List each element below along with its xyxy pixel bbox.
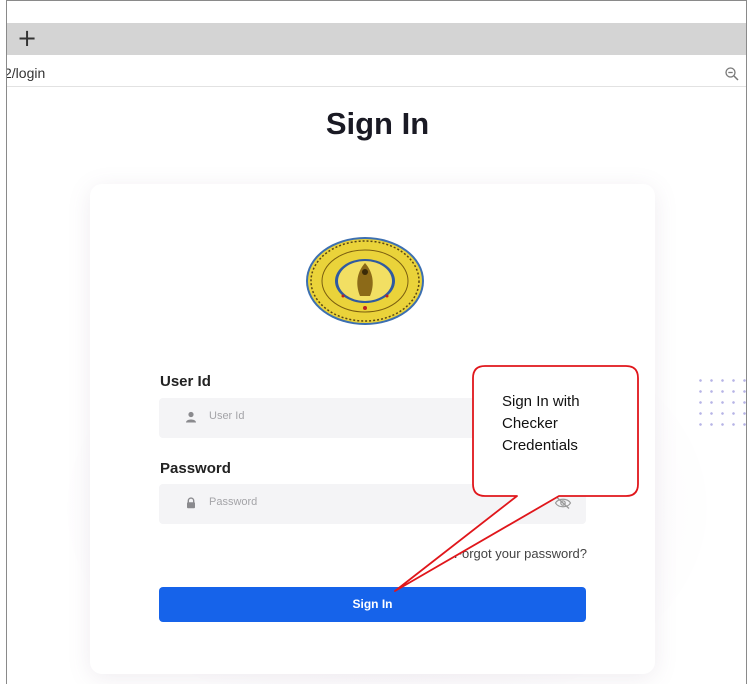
forgot-password-link[interactable]: Forgot your password? [454, 546, 587, 561]
browser-window: + 2/login Sign In User Id User Id Passwo… [6, 0, 747, 684]
password-placeholder: Password [209, 496, 258, 508]
user-id-placeholder: User Id [209, 410, 245, 422]
zoom-out-icon[interactable] [724, 66, 740, 82]
user-icon [186, 411, 196, 423]
eye-off-icon[interactable] [554, 496, 572, 510]
address-bar[interactable]: 2/login [7, 61, 746, 87]
lock-icon [187, 497, 195, 509]
decorative-dot-grid [695, 375, 746, 431]
user-id-label: User Id [160, 373, 211, 390]
sign-in-button[interactable]: Sign In [159, 587, 586, 622]
tab-strip: + [7, 23, 746, 55]
url-text[interactable]: 2/login [7, 65, 45, 81]
new-tab-button[interactable]: + [17, 25, 37, 51]
password-input[interactable]: Password [159, 484, 586, 524]
login-page: Sign In User Id User Id Password Passwor… [7, 88, 746, 684]
callout-text: Sign In with Checker Credentials [502, 393, 580, 454]
board-seal-logo [306, 237, 424, 325]
password-label: Password [160, 460, 231, 477]
page-title: Sign In [325, 106, 430, 141]
